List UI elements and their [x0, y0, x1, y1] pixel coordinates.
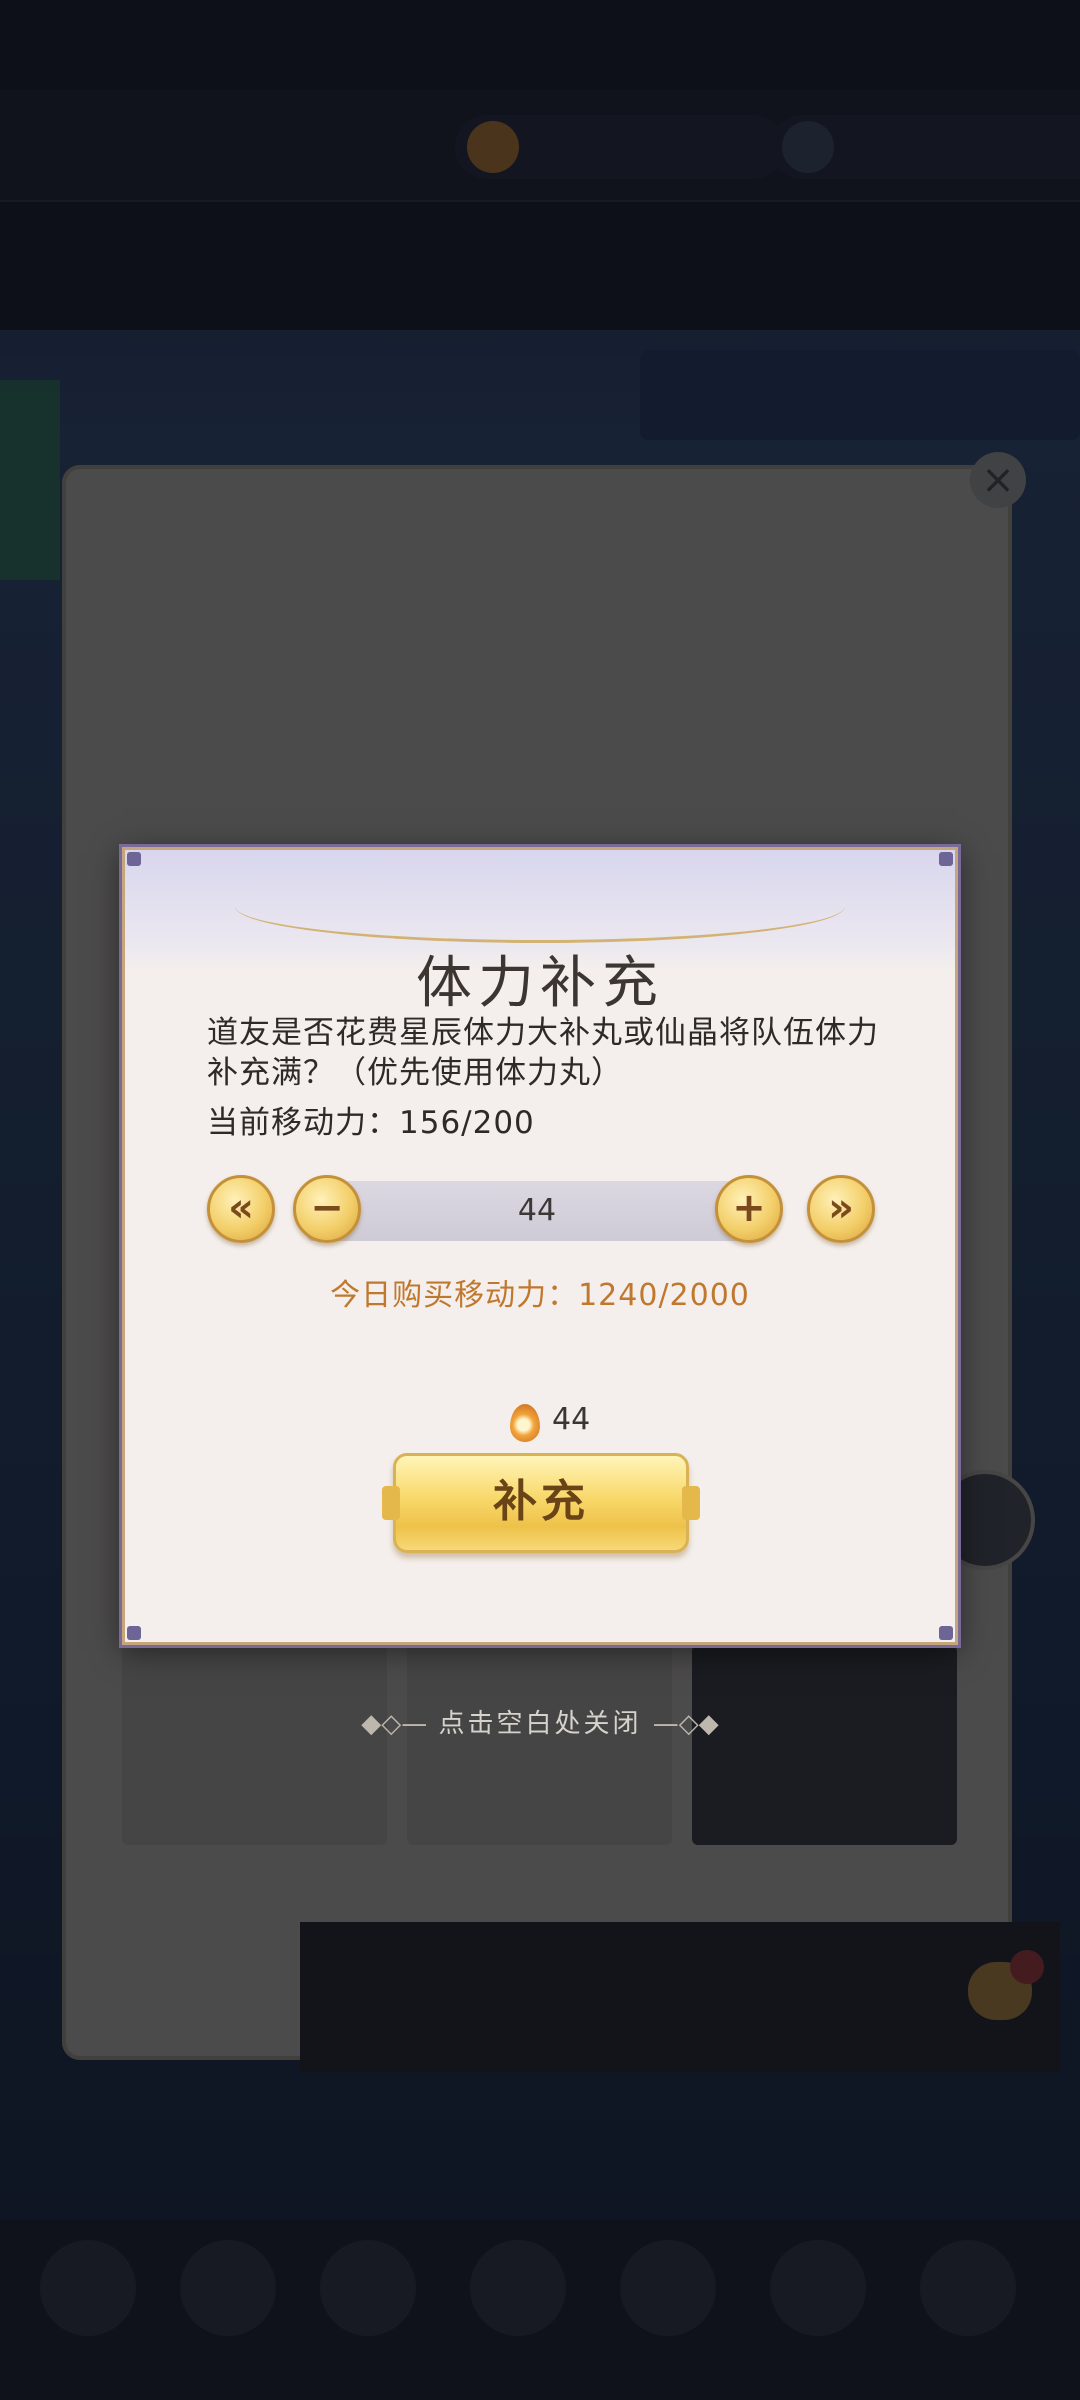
max-quantity-button[interactable]: » [807, 1175, 875, 1243]
corner-ornament [127, 1626, 141, 1640]
quantity-stepper: 44 « − + » [207, 1175, 877, 1247]
corner-ornament [939, 852, 953, 866]
close-hint-text: 点击空白处关闭 [438, 1709, 642, 1739]
current-mobility: 当前移动力：156/200 [207, 1105, 535, 1141]
cost-amount: 44 [552, 1402, 591, 1437]
dialog-title: 体力补充 [416, 951, 664, 1016]
min-quantity-button[interactable]: « [207, 1175, 275, 1243]
daily-purchase-count: 今日购买移动力：1240/2000 [330, 1278, 750, 1313]
decrease-button[interactable]: − [293, 1175, 361, 1243]
hint-ornament-right: —◇◆ [652, 1709, 719, 1739]
hint-ornament-left: ◆◇— [361, 1709, 428, 1739]
close-hint[interactable]: ◆◇— 点击空白处关闭 —◇◆ [0, 1703, 1080, 1740]
quantity-value[interactable]: 44 [307, 1181, 767, 1241]
dialog-ornament [235, 870, 845, 943]
corner-ornament [127, 852, 141, 866]
supply-button[interactable]: 补充 [382, 1453, 700, 1553]
spirit-crystal-icon [510, 1404, 540, 1442]
stamina-refill-dialog: 体力补充 道友是否花费星辰体力大补丸或仙晶将队伍体力补充满？（优先使用体力丸） … [122, 847, 958, 1645]
dialog-description: 道友是否花费星辰体力大补丸或仙晶将队伍体力补充满？（优先使用体力丸） [207, 1015, 879, 1091]
increase-button[interactable]: + [715, 1175, 783, 1243]
corner-ornament [939, 1626, 953, 1640]
